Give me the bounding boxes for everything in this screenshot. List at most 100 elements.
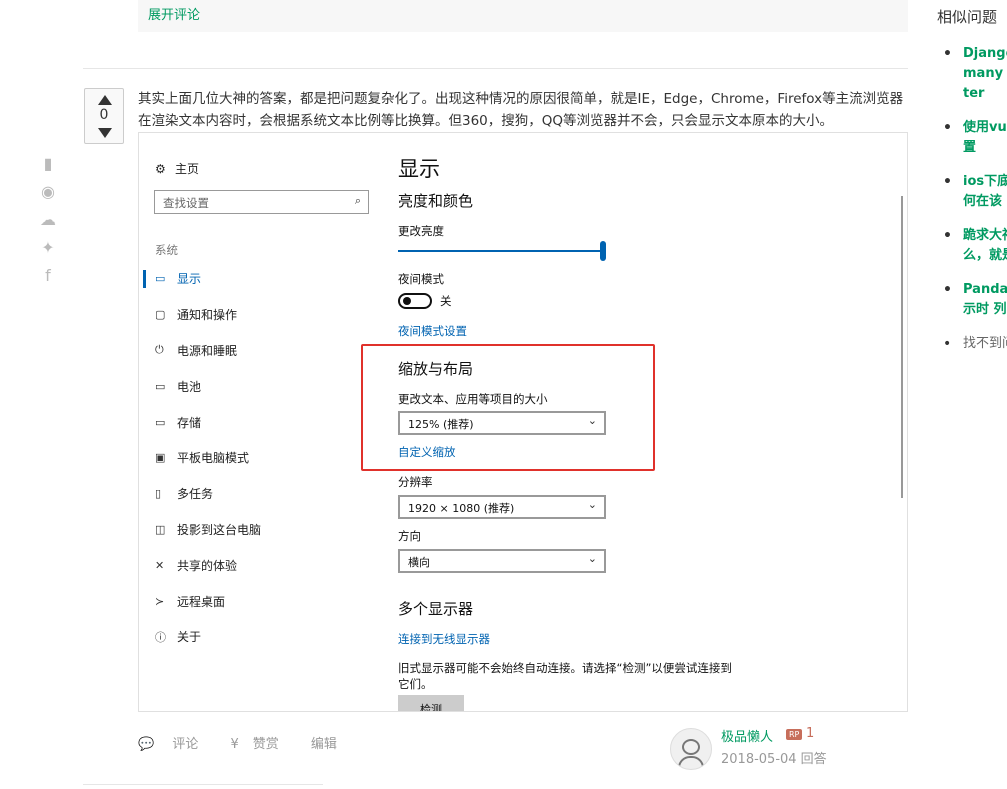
similar-question-item[interactable]: ios下底何在该 xyxy=(937,172,1007,212)
settings-nav-label: 电源和睡眠 xyxy=(177,343,238,358)
resolution-label: 分辨率 xyxy=(398,475,433,489)
vote-widget: 0 xyxy=(84,88,124,144)
similar-question-line: 使用vu xyxy=(963,120,1007,135)
settings-nav-label: 存储 xyxy=(177,415,202,430)
tablet-icon: ▣ xyxy=(155,451,166,465)
info-icon: ⓘ xyxy=(155,630,166,644)
bookmark-icon[interactable]: ▮ xyxy=(38,156,58,184)
power-icon: ⏻ xyxy=(155,343,164,357)
settings-page-title: 显示 xyxy=(398,157,440,181)
weibo-icon[interactable]: ◉ xyxy=(38,184,58,212)
avatar-face xyxy=(682,739,700,755)
similar-question-line: ios下底 xyxy=(963,174,1007,189)
similar-question-line: Pandas xyxy=(963,282,1007,297)
comments-bar: 展开评论 xyxy=(138,0,908,32)
settings-home: ⚙ 主页 xyxy=(155,160,199,177)
settings-nav-item: ≻ 远程桌面 xyxy=(139,583,379,619)
vote-count: 0 xyxy=(99,107,109,123)
similar-question-line: 跪求大神 xyxy=(963,228,1007,243)
upvote-button[interactable] xyxy=(98,95,112,105)
similar-question-line: 示时 列 xyxy=(963,302,1007,317)
comment-label: 评论 xyxy=(172,737,199,752)
orientation-value: 横向 xyxy=(408,556,430,569)
author-card: 极品懒人 RP 1 2018-05-04 回答 xyxy=(670,726,910,774)
facebook-icon[interactable]: f xyxy=(38,268,58,296)
settings-nav-label: 通知和操作 xyxy=(177,308,238,323)
notification-icon: ▢ xyxy=(155,308,166,322)
settings-nav-item: ⏻ 电源和睡眠 xyxy=(139,333,379,369)
avatar-body xyxy=(678,756,704,769)
comment-action[interactable]: 💬 评论 xyxy=(138,737,212,752)
monitor-icon: ▭ xyxy=(155,272,166,286)
brightness-slider-thumb xyxy=(600,241,606,261)
toggle-knob xyxy=(403,297,411,305)
similar-question-line: 找不到问 xyxy=(963,336,1007,351)
chevron-down-icon: ⌄ xyxy=(587,498,597,511)
resolution-select: 1920 × 1080 (推荐) ⌄ xyxy=(398,495,606,519)
expand-comments-link[interactable]: 展开评论 xyxy=(148,4,200,23)
orientation-select: 横向 ⌄ xyxy=(398,549,606,573)
author-name[interactable]: 极品懒人 xyxy=(721,726,773,745)
settings-nav-item: ▯ 多任务 xyxy=(139,476,379,512)
remote-desktop-icon: ≻ xyxy=(155,594,165,608)
similar-question-line: 么，就是 xyxy=(963,248,1007,263)
wechat-icon[interactable]: ☁ xyxy=(38,212,58,240)
similar-question-line: Django xyxy=(963,46,1007,61)
settings-nav-label: 投影到这台电脑 xyxy=(177,522,262,537)
similar-question-line: many t xyxy=(963,66,1007,81)
settings-section-label: 系统 xyxy=(155,243,178,257)
search-icon: ⌕ xyxy=(354,194,361,207)
settings-nav-item: ✕ 共享的体验 xyxy=(139,547,379,583)
project-icon: ◫ xyxy=(155,522,166,536)
settings-nav-label: 平板电脑模式 xyxy=(177,451,250,466)
avatar[interactable] xyxy=(670,728,712,770)
settings-nav-item: ▣ 平板电脑模式 xyxy=(139,440,379,476)
author-reputation: 1 xyxy=(806,726,815,741)
settings-home-label: 主页 xyxy=(175,162,200,176)
answer-date: 2018-05-04 回答 xyxy=(721,752,827,767)
settings-nav-label: 关于 xyxy=(177,630,202,645)
embedded-screenshot: ⚙ 主页 查找设置 ⌕ 系统 ▭ 显示 ▢ 通知和操作 ⏻ 电源和睡眠 ▭ 电池 ▭ 存储 ▣ 平板电脑… xyxy=(138,132,908,712)
yen-icon: ¥ xyxy=(230,737,239,752)
similar-questions-title: 相似问题 xyxy=(937,8,998,26)
brightness-slider-track xyxy=(398,250,603,252)
downvote-button[interactable] xyxy=(98,128,112,138)
multi-display-heading: 多个显示器 xyxy=(398,600,474,618)
share-icon: ✕ xyxy=(155,558,165,572)
twitter-icon[interactable]: ✦ xyxy=(38,240,58,268)
comment-icon: 💬 xyxy=(138,737,155,752)
settings-search-placeholder: 查找设置 xyxy=(163,196,209,210)
answer-text: 其实上面几位大神的答案，都是把问题复杂化了。出现这种情况的原因很简单，就是IE，… xyxy=(138,91,904,129)
edit-action[interactable]: 编辑 xyxy=(311,737,337,752)
settings-nav-label: 电池 xyxy=(177,379,202,394)
answer-actions: 💬 评论 ¥ 赞赏 编辑 xyxy=(138,733,351,752)
rp-badge: RP xyxy=(786,729,803,740)
reward-label: 赞赏 xyxy=(252,737,279,752)
settings-scrollbar xyxy=(901,196,903,498)
settings-nav: ⚙ 主页 查找设置 ⌕ 系统 ▭ 显示 ▢ 通知和操作 ⏻ 电源和睡眠 ▭ 电池 ▭ 存储 ▣ 平板电脑… xyxy=(139,133,379,711)
reward-action[interactable]: ¥ 赞赏 xyxy=(230,737,292,752)
detect-button: 检测 xyxy=(398,695,464,711)
highlight-box xyxy=(361,344,655,471)
storage-icon: ▭ xyxy=(155,415,166,429)
settings-nav-label: 远程桌面 xyxy=(177,594,226,609)
settings-nav-label: 多任务 xyxy=(177,487,214,502)
similar-question-item[interactable]: Django many t ter xyxy=(937,44,1007,104)
settings-nav-item: ▭ 电池 xyxy=(139,368,379,404)
similar-question-item[interactable]: 使用vu 置 xyxy=(937,118,1007,158)
share-icons: ▮ ◉ ☁ ✦ f xyxy=(38,156,58,296)
resolution-value: 1920 × 1080 (推荐) xyxy=(408,502,515,515)
multitask-icon: ▯ xyxy=(155,487,162,501)
similar-question-item[interactable]: 找不到问 xyxy=(937,334,1007,354)
settings-nav-label: 共享的体验 xyxy=(177,558,238,573)
brightness-label: 更改亮度 xyxy=(398,224,444,238)
similar-questions-list: Django many t ter 使用vu 置 ios下底何在该跪求大神么，就是 Pand… xyxy=(937,44,1007,368)
similar-questions: 相似问题 Django many t ter 使用vu 置 ios下底何在该跪求大神么，就… xyxy=(937,0,1007,789)
settings-nav-list: ▭ 显示 ▢ 通知和操作 ⏻ 电源和睡眠 ▭ 电池 ▭ 存储 ▣ 平板电脑模式 ▯ 多任务 ◫ 投影到这台电脑… xyxy=(139,261,379,655)
similar-question-item[interactable]: 跪求大神么，就是 xyxy=(937,226,1007,266)
similar-question-item[interactable]: Pandas 示时 列 xyxy=(937,280,1007,320)
settings-nav-label: 显示 xyxy=(177,272,202,287)
settings-search: 查找设置 ⌕ xyxy=(154,190,369,214)
chevron-down-icon: ⌄ xyxy=(587,552,597,565)
similar-question-line: 置 xyxy=(963,140,977,155)
